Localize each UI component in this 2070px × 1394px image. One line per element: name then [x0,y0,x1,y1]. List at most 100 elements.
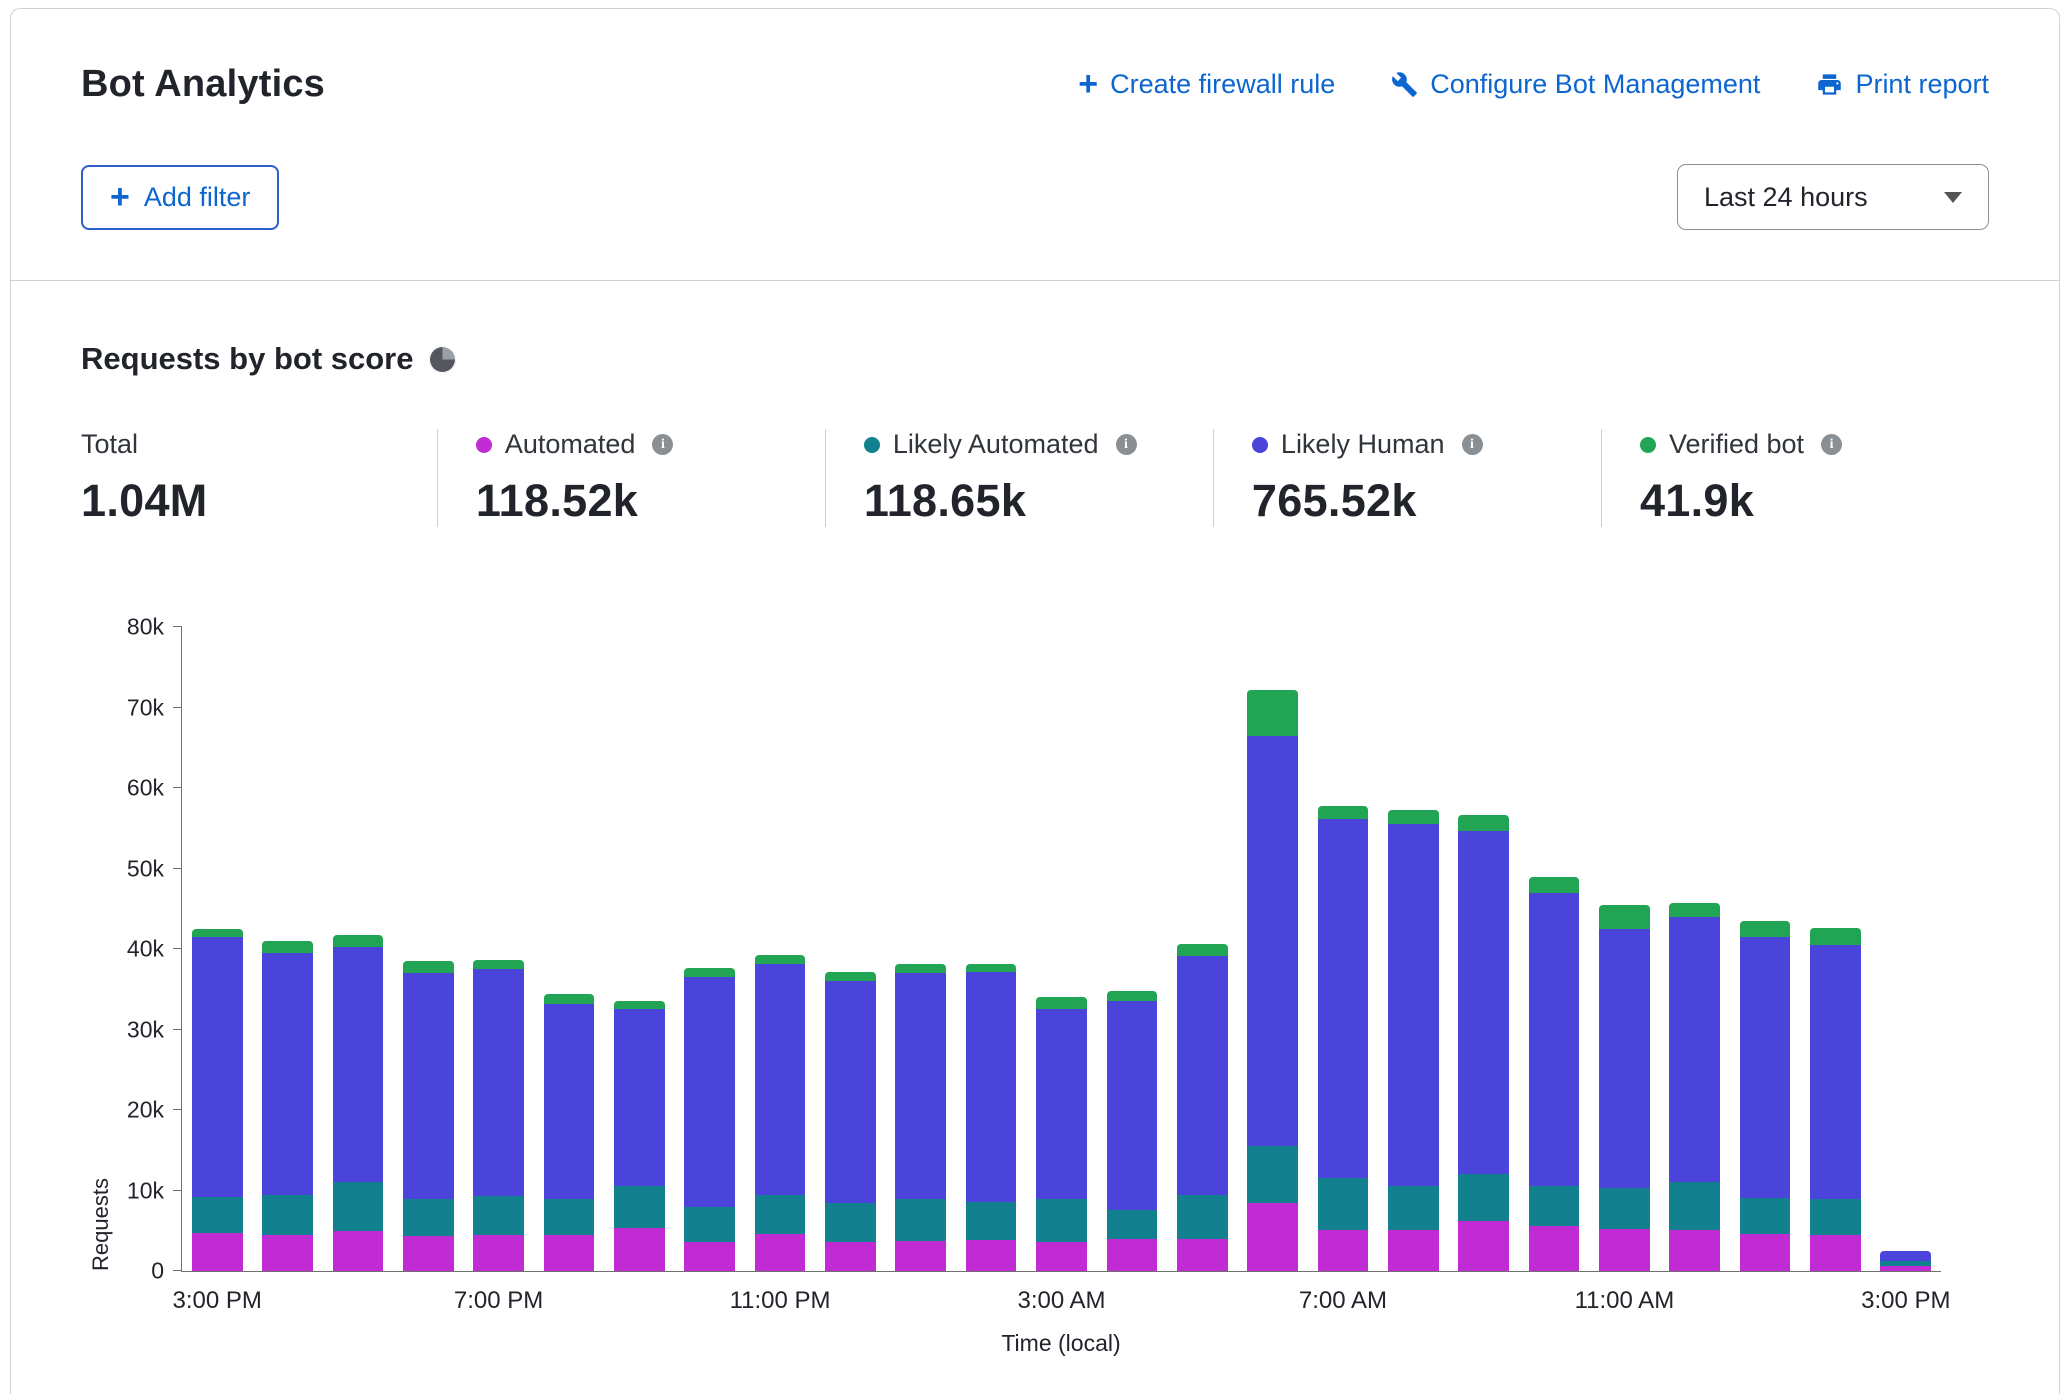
bar-segment-verified-bot [1529,877,1580,893]
bar-segment-automated [1458,1221,1509,1271]
bar-slot [1378,627,1448,1271]
bar-segment-verified-bot [1107,991,1158,1001]
bar-segment-likely-human [262,953,313,1195]
bar-segment-verified-bot [895,964,946,973]
bar-segment-likely-automated [403,1199,454,1236]
stacked-bar[interactable] [1458,627,1509,1271]
y-axis-tick-label: 40k [127,936,182,963]
bar-segment-likely-human [403,973,454,1198]
bar-slot [1167,627,1237,1271]
chevron-down-icon [1944,192,1962,203]
printer-icon [1816,71,1843,98]
y-axis-tick [173,948,182,949]
bar-segment-automated [684,1242,735,1271]
x-axis-tick-label: 7:00 PM [454,1287,543,1315]
stacked-bar[interactable] [1107,627,1158,1271]
print-report-link[interactable]: Print report [1816,69,1989,100]
bar-segment-likely-automated [473,1196,524,1235]
requests-by-bot-score-chart: Requests 010k20k30k40k50k60k70k80k 3:00 … [81,627,1989,1357]
bar-slot [1026,627,1096,1271]
create-firewall-rule-link[interactable]: Create firewall rule [1078,67,1335,102]
bar-segment-automated [1599,1229,1650,1271]
y-axis-tick-label: 50k [127,855,182,882]
stacked-bar[interactable] [966,627,1017,1271]
time-range-select[interactable]: Last 24 hours [1677,164,1989,230]
bar-slot [182,627,252,1271]
page-title: Bot Analytics [81,63,325,106]
bar-segment-automated [1810,1235,1861,1271]
bar-segment-likely-human [1880,1251,1931,1261]
stat-likely-human-value: 765.52k [1252,475,1571,527]
bar-segment-automated [1318,1230,1369,1271]
bar-segment-automated [1388,1230,1439,1271]
create-firewall-rule-label: Create firewall rule [1110,69,1335,100]
bar-slot [252,627,322,1271]
add-filter-button[interactable]: Add filter [81,165,279,230]
likely-automated-legend-dot [864,437,880,453]
bar-segment-likely-automated [1529,1186,1580,1226]
stacked-bar[interactable] [1599,627,1650,1271]
bar-segment-likely-human [1810,945,1861,1199]
bar-slot [1730,627,1800,1271]
bar-segment-automated [755,1234,806,1271]
bar-segment-likely-automated [1810,1199,1861,1235]
stat-likely-automated-value: 118.65k [864,475,1183,527]
info-icon[interactable] [1116,434,1137,455]
header: Bot Analytics Create firewall rule Confi… [11,9,2059,281]
bar-slot [675,627,745,1271]
bar-segment-likely-automated [1107,1210,1158,1239]
y-axis-tick [173,787,182,788]
stacked-bar[interactable] [262,627,313,1271]
y-axis-tick-label: 20k [127,1097,182,1124]
bar-segment-automated [1107,1239,1158,1271]
bar-segment-likely-automated [1247,1146,1298,1203]
y-axis-tick [173,868,182,869]
bar-slot [1519,627,1589,1271]
stacked-bar[interactable] [684,627,735,1271]
bar-segment-likely-automated [825,1203,876,1242]
info-icon[interactable] [1462,434,1483,455]
stacked-bar[interactable] [1740,627,1791,1271]
stacked-bar[interactable] [403,627,454,1271]
stacked-bar[interactable] [1247,627,1298,1271]
stat-likely-automated: Likely Automated 118.65k [825,429,1213,527]
info-icon[interactable] [652,434,673,455]
bar-segment-verified-bot [1810,928,1861,945]
bar-segment-automated [895,1241,946,1271]
bar-segment-likely-human [1740,937,1791,1198]
stacked-bar[interactable] [1810,627,1861,1271]
bar-segment-likely-human [544,1004,595,1199]
stacked-bar[interactable] [544,627,595,1271]
bar-segment-automated [614,1228,665,1271]
stacked-bar[interactable] [1669,627,1720,1271]
bar-slot [1800,627,1870,1271]
stacked-bar[interactable] [755,627,806,1271]
bar-segment-likely-automated [966,1202,1017,1240]
info-icon[interactable] [1821,434,1842,455]
stacked-bar[interactable] [333,627,384,1271]
bar-segment-verified-bot [614,1001,665,1009]
stacked-bar[interactable] [1318,627,1369,1271]
stacked-bar[interactable] [473,627,524,1271]
stacked-bar[interactable] [1388,627,1439,1271]
stacked-bar[interactable] [1880,627,1931,1271]
stacked-bar[interactable] [1529,627,1580,1271]
stat-total-label: Total [81,429,138,460]
y-axis-tick-label: 10k [127,1177,182,1204]
stacked-bar[interactable] [614,627,665,1271]
pie-chart-icon [429,346,456,373]
x-axis-tick-label: 11:00 AM [1575,1287,1675,1315]
bar-segment-automated [1529,1226,1580,1271]
stacked-bar[interactable] [825,627,876,1271]
configure-bot-management-link[interactable]: Configure Bot Management [1391,69,1760,100]
bar-segment-automated [1880,1266,1931,1271]
stacked-bar[interactable] [895,627,946,1271]
bar-slot [604,627,674,1271]
bar-segment-verified-bot [1388,810,1439,824]
stacked-bar[interactable] [1177,627,1228,1271]
bar-segment-automated [1740,1234,1791,1271]
stacked-bar[interactable] [1036,627,1087,1271]
stacked-bar[interactable] [192,627,243,1271]
bot-analytics-panel: Bot Analytics Create firewall rule Confi… [10,8,2060,1394]
bar-segment-likely-human [895,973,946,1198]
